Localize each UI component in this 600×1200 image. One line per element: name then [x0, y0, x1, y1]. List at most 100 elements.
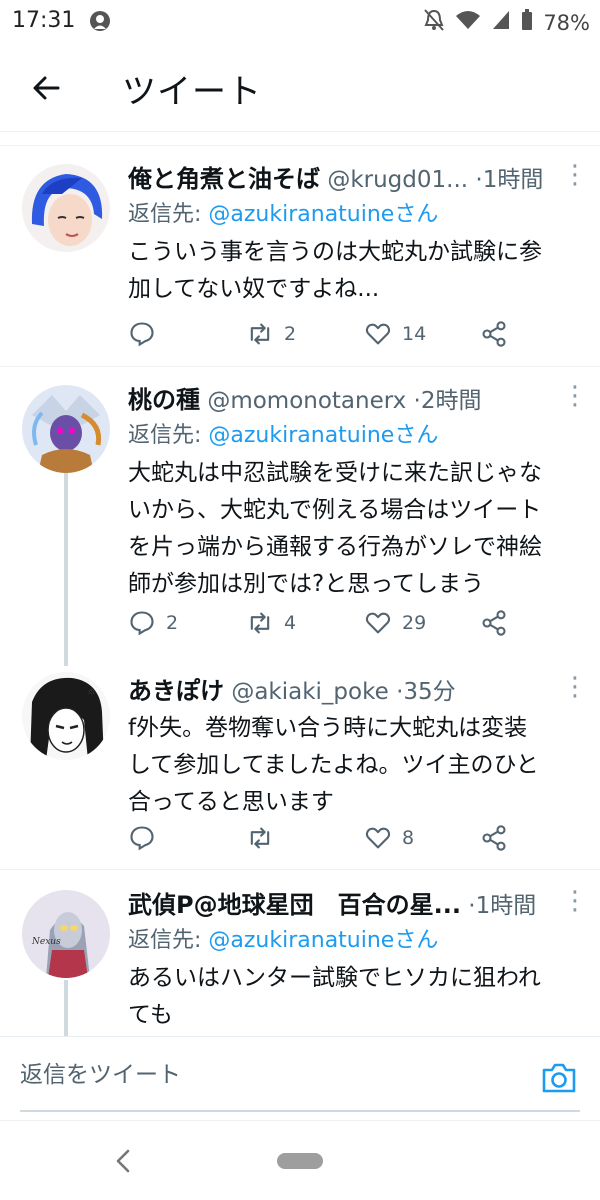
wifi-icon: [455, 9, 481, 36]
svg-text:ぬ: ぬ: [88, 688, 95, 696]
tweet-text-line: 大蛇丸は中忍試験を受けに来た訳じゃな: [128, 460, 542, 486]
tweet-text-line: いから、大蛇丸で例える場合はツイート: [128, 497, 542, 523]
retweet-icon: [250, 612, 270, 634]
tweet-time[interactable]: 2時間: [421, 388, 482, 414]
tweet-header: 武偵P@地球星団 百合の星... ·1時間: [128, 886, 560, 924]
reply-composer: 返信をツイート: [0, 1036, 600, 1120]
tweet-actions: 2 4 29: [128, 603, 528, 643]
reply-mention-link[interactable]: @azukiranatuineさん: [208, 202, 438, 227]
tweet-text-line: こういう事を言うのは大蛇丸か試験に参: [128, 239, 542, 265]
share-button[interactable]: [480, 314, 508, 354]
like-count: 8: [402, 827, 415, 849]
camera-icon[interactable]: [540, 1061, 578, 1095]
reply-context: 返信先: @azukiranatuineさん: [128, 924, 560, 960]
tweet-text: 大蛇丸は中忍試験を受けに来た訳じゃな いから、大蛇丸で例える場合はツイート を片…: [128, 455, 560, 603]
display-name[interactable]: あきぽけ: [128, 677, 224, 705]
reply-context: 返信先: @azukiranatuineさん: [128, 198, 560, 234]
reply-tweet[interactable]: Nexus 武偵P@地球星団 百合の星... ·1時間 ⋮ 返信先: @azuk…: [0, 870, 600, 1036]
reply-button[interactable]: [128, 818, 166, 858]
separator-dot: ·: [413, 388, 421, 414]
more-options-icon[interactable]: ⋮: [560, 381, 590, 419]
tweet-text-line: を片っ端から通報する行為がソレで神絵: [128, 534, 542, 560]
avatar[interactable]: [22, 385, 110, 473]
retweet-button[interactable]: 4: [246, 603, 296, 643]
tweet-actions: 8: [128, 818, 528, 858]
reply-tweet[interactable]: 桃の種 @momonotanerx ·2時間 ⋮ 返信先: @azukirana…: [0, 367, 600, 667]
separator-dot: ·: [468, 893, 476, 919]
reply-prefix: 返信先:: [128, 202, 209, 227]
notifications-off-icon: [423, 8, 445, 37]
more-options-icon[interactable]: ⋮: [560, 886, 590, 924]
heart-icon: [365, 827, 391, 849]
nav-back-icon[interactable]: [112, 1147, 136, 1175]
retweet-icon: [250, 827, 270, 849]
battery-icon: [521, 9, 533, 36]
display-name[interactable]: 武偵P@地球星団 百合の星...: [128, 891, 461, 919]
more-options-icon[interactable]: ⋮: [560, 672, 590, 710]
tweet-time[interactable]: 35分: [403, 679, 455, 705]
tweet-text-line: f外失。巻物奪い合う時に大蛇丸は変装: [128, 715, 528, 741]
tweet-header: 桃の種 @momonotanerx ·2時間: [128, 381, 560, 419]
retweet-icon: [250, 323, 270, 345]
reply-mention-link[interactable]: @azukiranatuineさん: [208, 928, 438, 953]
app-header: ツイート: [0, 44, 600, 132]
like-count: 29: [402, 612, 427, 634]
user-handle[interactable]: @akiaki_poke: [231, 679, 388, 705]
reply-icon: [130, 322, 154, 347]
like-button[interactable]: 14: [364, 314, 426, 354]
arrow-left-icon[interactable]: [28, 70, 68, 106]
tweet-time[interactable]: 1時間: [476, 893, 537, 919]
tweet-text: f外失。巻物奪い合う時に大蛇丸は変装 して参加してましたよね。ツイ主のひと 合っ…: [128, 710, 560, 821]
share-icon: [482, 321, 506, 347]
status-bar: 17:31 78%: [0, 0, 600, 44]
tweet-time[interactable]: 1時間: [483, 167, 544, 193]
reply-input[interactable]: 返信をツイート: [20, 1055, 500, 1095]
retweet-button[interactable]: 2: [246, 314, 296, 354]
svg-text:Nexus: Nexus: [31, 937, 61, 947]
display-name[interactable]: 俺と角煮と油そば: [128, 165, 320, 193]
tweet-text-line: 師が参加は別では?と思ってしまう: [128, 571, 485, 597]
reply-prefix: 返信先:: [128, 928, 209, 953]
avatar[interactable]: Nexus: [22, 890, 110, 978]
tweet-text: あるいはハンター試験でヒソカに狙われ ても: [128, 960, 560, 1034]
tweet-header: あきぽけ @akiaki_poke ·35分: [128, 672, 560, 710]
heart-icon: [365, 612, 391, 634]
reply-button[interactable]: 2: [128, 603, 178, 643]
tweet-text-line: ても: [128, 1002, 173, 1028]
tweet-header: 俺と角煮と油そば @krugd01... ·1時間: [128, 160, 560, 198]
app-notification-icon: [88, 9, 112, 37]
reply-count: 2: [166, 612, 179, 634]
reply-tweet[interactable]: ぬ あきぽけ @akiaki_poke ·35分 ⋮ f外失。巻物奪い合う時に大…: [0, 668, 600, 868]
tweet-text: こういう事を言うのは大蛇丸か試験に参 加してない奴ですよね...: [128, 234, 560, 308]
avatar[interactable]: ぬ: [22, 672, 110, 760]
user-handle[interactable]: @krugd01...: [327, 167, 468, 193]
reply-icon: [130, 611, 154, 636]
page-title: ツイート: [122, 72, 262, 112]
tweet-text-line: して参加してましたよね。ツイ主のひと: [128, 752, 539, 778]
share-button[interactable]: [480, 603, 508, 643]
reply-mention-link[interactable]: @azukiranatuineさん: [208, 423, 438, 448]
share-icon: [482, 825, 506, 851]
reply-prefix: 返信先:: [128, 423, 209, 448]
input-underline: [20, 1110, 580, 1112]
share-button[interactable]: [480, 818, 508, 858]
user-handle[interactable]: @momonotanerx: [207, 388, 406, 414]
like-count: 14: [402, 323, 427, 345]
more-options-icon[interactable]: ⋮: [560, 160, 590, 198]
share-icon: [482, 610, 506, 636]
avatar[interactable]: [22, 164, 110, 252]
retweet-count: 2: [284, 323, 297, 345]
reply-tweet[interactable]: 俺と角煮と油そば @krugd01... ·1時間 ⋮ 返信先: @azukir…: [0, 148, 600, 366]
heart-icon: [365, 323, 391, 345]
system-nav-bar: [0, 1120, 600, 1200]
home-pill-icon[interactable]: [277, 1153, 323, 1169]
retweet-button[interactable]: [246, 818, 284, 858]
tweet-text-line: 合ってると思います: [128, 789, 334, 815]
tweet-actions: 2 14: [128, 314, 528, 354]
like-button[interactable]: 29: [364, 603, 426, 643]
display-name[interactable]: 桃の種: [128, 386, 200, 414]
reply-button[interactable]: [128, 314, 166, 354]
header-separator: [0, 133, 600, 146]
like-button[interactable]: 8: [364, 818, 414, 858]
retweet-count: 4: [284, 612, 297, 634]
